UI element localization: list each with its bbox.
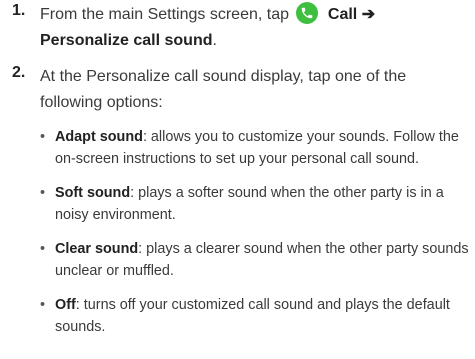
list-item-soft-sound: • Soft sound: plays a softer sound when … bbox=[40, 182, 469, 226]
option-term: Adapt sound bbox=[55, 129, 143, 145]
step-text: From the main Settings screen, tap Call … bbox=[40, 2, 467, 54]
step-1-period: . bbox=[212, 32, 217, 49]
step-1-intro: From the main Settings screen, tap bbox=[40, 6, 289, 23]
option-term: Off bbox=[55, 297, 76, 313]
bullet-icon: • bbox=[40, 129, 46, 145]
bullet-icon: • bbox=[40, 241, 46, 257]
list-item-clear-sound: • Clear sound: plays a clearer sound whe… bbox=[40, 238, 469, 282]
arrow: ➔ bbox=[361, 6, 376, 23]
step-number: 1. bbox=[12, 2, 26, 19]
step-text: At the Personalize call sound display, t… bbox=[40, 68, 407, 111]
bullet-icon: • bbox=[40, 297, 46, 313]
options-list: • Adapt sound: allows you to customize y… bbox=[40, 126, 469, 350]
list-item-off: • Off: turns off your customized call so… bbox=[40, 294, 469, 338]
option-description: : turns off your customized call sound a… bbox=[55, 297, 450, 335]
call-label: Call bbox=[327, 6, 358, 23]
instruction-page: 1. From the main Settings screen, tap Ca… bbox=[0, 0, 475, 359]
list-item-adapt-sound: • Adapt sound: allows you to customize y… bbox=[40, 126, 469, 170]
phone-icon bbox=[296, 2, 319, 25]
option-term: Clear sound bbox=[55, 241, 139, 257]
personalize-call-sound-link: Personalize call sound bbox=[40, 32, 213, 49]
step-number: 2. bbox=[12, 64, 26, 81]
option-term: Soft sound bbox=[55, 185, 131, 201]
bullet-icon: • bbox=[40, 185, 46, 201]
